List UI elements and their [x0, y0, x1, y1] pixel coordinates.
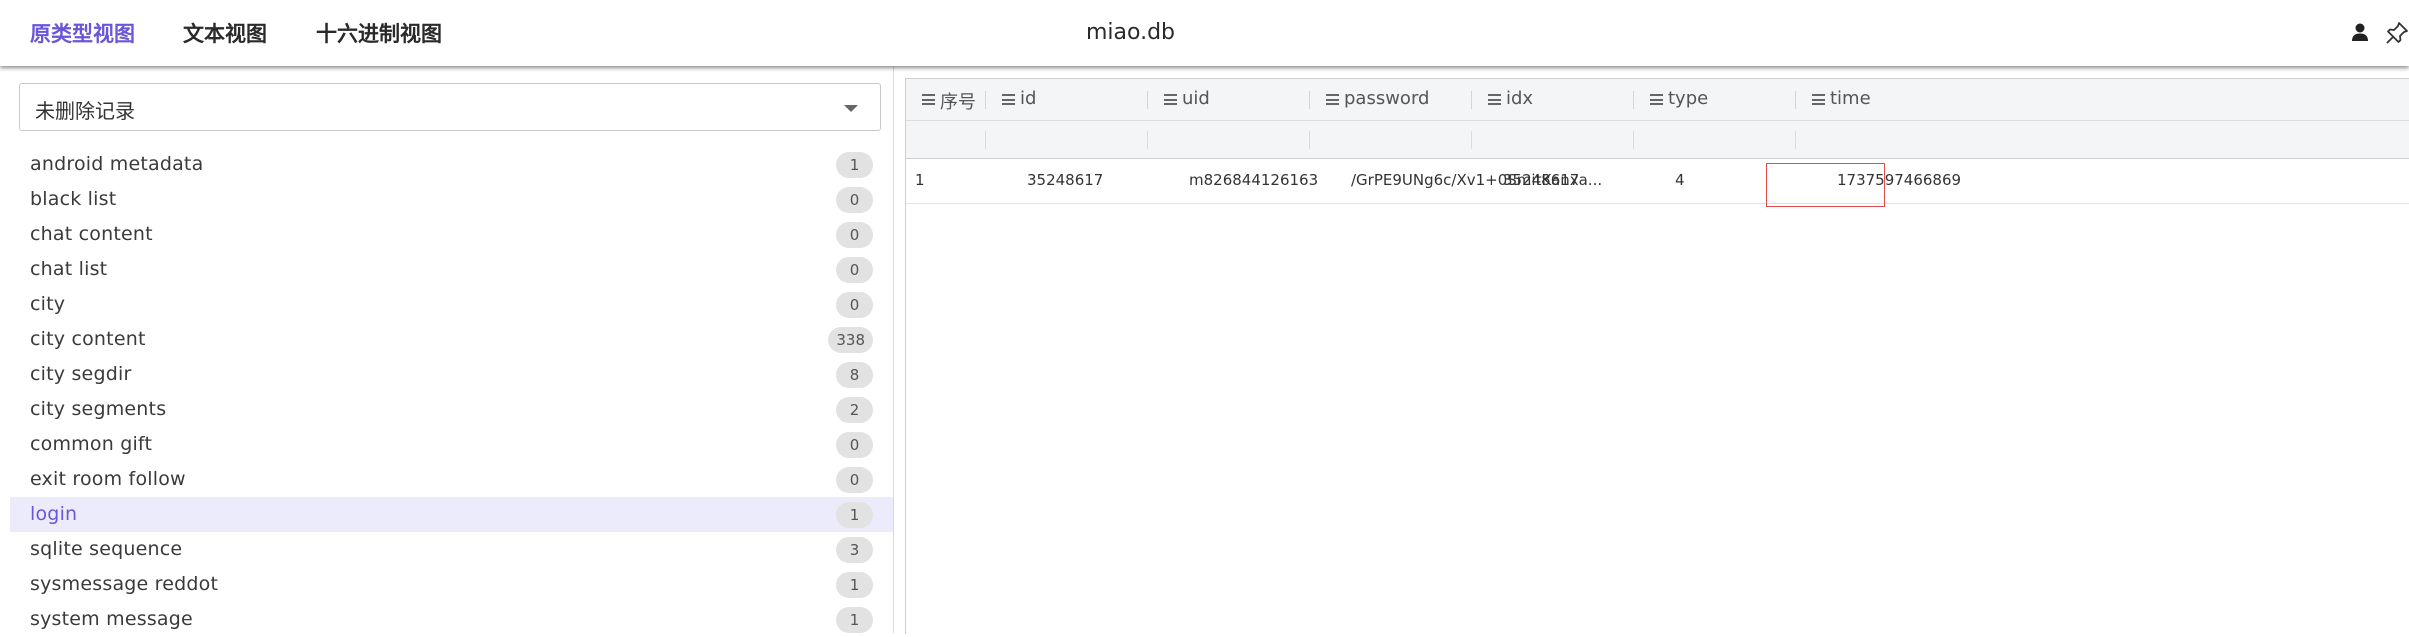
table-name: city [30, 293, 66, 315]
dropdown-selected-value: 未删除记录 [35, 99, 135, 123]
pin-icon[interactable] [2385, 21, 2409, 45]
record-count-badge: 8 [836, 362, 873, 388]
table-list-item[interactable]: android metadata 1 [10, 147, 893, 182]
menu-icon[interactable] [922, 94, 935, 105]
column-separator[interactable] [1471, 91, 1472, 109]
column-separator[interactable] [1795, 91, 1796, 109]
table-name: common gift [30, 433, 153, 455]
menu-icon[interactable] [1812, 94, 1825, 105]
pane-divider[interactable] [893, 66, 894, 633]
record-count-badge: 1 [836, 607, 873, 633]
column-header-label: 序号 [940, 92, 976, 113]
table-list-item[interactable]: city content 338 [10, 322, 893, 357]
record-count-badge: 0 [836, 432, 873, 458]
table-list-item[interactable]: city segdir 8 [10, 357, 893, 392]
record-filter-dropdown[interactable]: 未删除记录 [19, 83, 881, 131]
table-name: sqlite sequence [30, 538, 183, 560]
table-name: city segdir [30, 363, 132, 385]
column-header-uid[interactable]: uid [1148, 79, 1310, 120]
column-header-label: time [1830, 88, 1871, 109]
table-list-item[interactable]: sysmessage reddot 1 [10, 567, 893, 602]
column-header-id[interactable]: id [986, 79, 1148, 120]
column-header-password[interactable]: password [1310, 79, 1472, 120]
table-list: android metadata 1 black list 0 chat content… [10, 147, 893, 637]
menu-icon[interactable] [1650, 94, 1663, 105]
top-bar: 原类型视图 文本视图 十六进制视图 miao.db [0, 0, 2409, 66]
filter-separator [985, 131, 986, 149]
cell-uid[interactable]: m826844126163 [1189, 171, 1318, 189]
grid-filter-row[interactable] [906, 121, 2409, 159]
record-count-badge: 338 [828, 327, 873, 353]
column-separator[interactable] [1309, 91, 1310, 109]
column-header-time[interactable]: time [1796, 79, 1996, 120]
menu-icon[interactable] [1002, 94, 1015, 105]
filter-separator [1147, 131, 1148, 149]
tab-raw-type-view[interactable]: 原类型视图 [30, 18, 135, 48]
table-row[interactable]: 1 35248617 m826844126163/GrPE9UNg6c/Xv1+0S… [906, 159, 2409, 204]
column-header-type[interactable]: type [1634, 79, 1796, 120]
data-grid: 序号 id uid password idx type time 1 35248617 m826… [905, 78, 2409, 634]
filter-separator [1633, 131, 1634, 149]
highlighted-cell-box [1766, 163, 1885, 207]
table-list-item[interactable]: login 1 [10, 497, 893, 532]
cell-idx[interactable]: 35248617 [1503, 171, 1579, 189]
file-name-title: miao.db [1086, 20, 1176, 45]
table-name: login [30, 503, 78, 525]
table-name: exit room follow [30, 468, 186, 490]
table-name: chat content [30, 223, 153, 245]
record-count-badge: 0 [836, 467, 873, 493]
table-name: sysmessage reddot [30, 573, 219, 595]
table-list-item[interactable]: city 0 [10, 287, 893, 322]
user-icon[interactable] [2350, 22, 2370, 42]
record-count-badge: 1 [836, 502, 873, 528]
cell-index[interactable]: 1 [915, 171, 925, 189]
cell-id[interactable]: 35248617 [1027, 171, 1103, 189]
record-count-badge: 0 [836, 257, 873, 283]
column-header-label: id [1020, 88, 1037, 109]
filter-separator [1795, 131, 1796, 149]
table-list-pane: 未删除记录 android metadata 1 black list 0 chat c… [0, 66, 893, 633]
cell-type[interactable]: 4 [1675, 171, 1685, 189]
table-name: chat list [30, 258, 108, 280]
column-header-label: type [1668, 88, 1709, 109]
table-list-item[interactable]: city segments 2 [10, 392, 893, 427]
record-count-badge: 0 [836, 292, 873, 318]
column-separator[interactable] [985, 91, 986, 109]
record-count-badge: 0 [836, 187, 873, 213]
table-name: system message [30, 608, 193, 630]
filter-separator [1471, 131, 1472, 149]
record-count-badge: 3 [836, 537, 873, 563]
table-name: city content [30, 328, 146, 350]
column-separator[interactable] [1147, 91, 1148, 109]
table-list-item[interactable]: common gift 0 [10, 427, 893, 462]
column-header-label: password [1344, 88, 1430, 109]
record-count-badge: 1 [836, 152, 873, 178]
tab-hex-view[interactable]: 十六进制视图 [316, 18, 442, 48]
column-header-label: idx [1506, 88, 1534, 109]
filter-separator [1309, 131, 1310, 149]
column-separator[interactable] [1633, 91, 1634, 109]
grid-header-row: 序号 id uid password idx type time [906, 79, 2409, 121]
caret-down-icon [844, 105, 858, 112]
record-count-badge: 2 [836, 397, 873, 423]
table-list-item[interactable]: chat content 0 [10, 217, 893, 252]
menu-icon[interactable] [1164, 94, 1177, 105]
column-header-label: uid [1182, 88, 1210, 109]
table-list-item[interactable]: chat list 0 [10, 252, 893, 287]
table-name: black list [30, 188, 117, 210]
table-name: city segments [30, 398, 167, 420]
menu-icon[interactable] [1488, 94, 1501, 105]
table-list-item[interactable]: black list 0 [10, 182, 893, 217]
record-count-badge: 1 [836, 572, 873, 598]
table-list-item[interactable]: sqlite sequence 3 [10, 532, 893, 567]
record-count-badge: 0 [836, 222, 873, 248]
table-name: android metadata [30, 153, 204, 175]
column-header-idx[interactable]: idx [1472, 79, 1634, 120]
menu-icon[interactable] [1326, 94, 1339, 105]
column-header-index[interactable]: 序号 [906, 79, 986, 120]
table-list-item[interactable]: exit room follow 0 [10, 462, 893, 497]
table-list-item[interactable]: system message 1 [10, 602, 893, 637]
tab-text-view[interactable]: 文本视图 [183, 18, 267, 48]
